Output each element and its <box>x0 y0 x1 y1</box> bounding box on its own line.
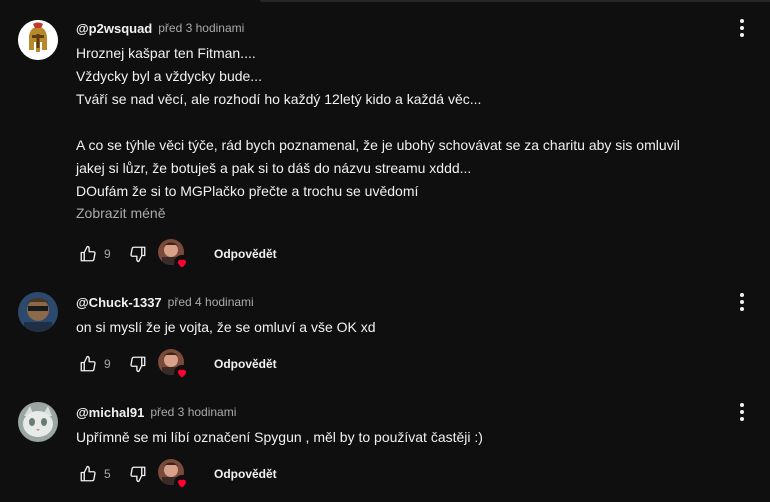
creator-heart-icon <box>158 239 190 271</box>
comment-line: Hroznej kašpar ten Fitman.... <box>76 45 256 61</box>
thumbs-up-icon[interactable] <box>76 352 100 376</box>
person-avatar-icon[interactable] <box>18 292 58 332</box>
comment-header: @michal91 před 3 hodinami <box>76 402 724 422</box>
thumbs-down-icon[interactable] <box>126 352 150 376</box>
comment-line: Upřímně se mi líbí označení Spygun , měl… <box>76 429 483 445</box>
comment-header: @p2wsquad před 3 hodinami <box>76 18 724 38</box>
comment-text: Upřímně se mi líbí označení Spygun , měl… <box>76 426 724 449</box>
comment-time[interactable]: před 3 hodinami <box>158 21 244 35</box>
reply-button[interactable]: Odpovědět <box>214 461 277 487</box>
heart-icon <box>174 365 190 381</box>
more-vert-icon[interactable] <box>732 16 752 40</box>
comment-time[interactable]: před 4 hodinami <box>168 295 254 309</box>
top-divider <box>260 0 770 2</box>
thumbs-up-icon[interactable] <box>76 462 100 486</box>
reply-button[interactable]: Odpovědět <box>214 351 277 377</box>
comment-header: @Chuck-1337 před 4 hodinami <box>76 292 724 312</box>
author-handle[interactable]: @Chuck-1337 <box>76 295 162 310</box>
more-vert-icon[interactable] <box>732 400 752 424</box>
comment-line: A co se týhle věci týče, rád bych poznam… <box>76 137 680 153</box>
like-count: 5 <box>104 467 111 481</box>
cat-avatar-icon[interactable] <box>18 402 58 442</box>
comment-actions: 9 Odpovědět <box>76 348 277 381</box>
spartan-helmet-icon[interactable] <box>18 20 58 60</box>
author-handle[interactable]: @michal91 <box>76 405 144 420</box>
thumbs-down-icon[interactable] <box>126 462 150 486</box>
comment-actions: 9 Odpovědět <box>76 238 277 271</box>
more-vert-icon[interactable] <box>732 290 752 314</box>
comment-time[interactable]: před 3 hodinami <box>150 405 236 419</box>
author-handle[interactable]: @p2wsquad <box>76 21 152 36</box>
comment-blank-line <box>76 111 724 134</box>
comment-line: DOufám že si to MGPlačko přečte a trochu… <box>76 183 419 199</box>
heart-icon <box>174 475 190 491</box>
thumbs-up-icon[interactable] <box>76 242 100 266</box>
comment-line: on si myslí že je vojta, že se omluví a … <box>76 319 376 335</box>
reply-button[interactable]: Odpovědět <box>214 241 277 267</box>
like-count: 9 <box>104 247 111 261</box>
comment-text: Hroznej kašpar ten Fitman.... Vždycky by… <box>76 42 724 203</box>
like-count: 9 <box>104 357 111 371</box>
creator-heart-icon <box>158 459 190 491</box>
heart-icon <box>174 255 190 271</box>
comment-text: on si myslí že je vojta, že se omluví a … <box>76 316 724 339</box>
thumbs-down-icon[interactable] <box>126 242 150 266</box>
comments-panel: @p2wsquad před 3 hodinami Hroznej kašpar… <box>0 0 770 502</box>
comment-line: Vždycky byl a vždycky bude... <box>76 68 262 84</box>
show-less-button[interactable]: Zobrazit méně <box>76 205 165 221</box>
comment-actions: 5 Odpovědět <box>76 458 277 491</box>
comment-line: Tváří se nad věcí, ale rozhodí ho každý … <box>76 91 482 107</box>
creator-heart-icon <box>158 349 190 381</box>
comment-line: jakej si lůzr, že botuješ a pak si to dá… <box>76 160 472 176</box>
